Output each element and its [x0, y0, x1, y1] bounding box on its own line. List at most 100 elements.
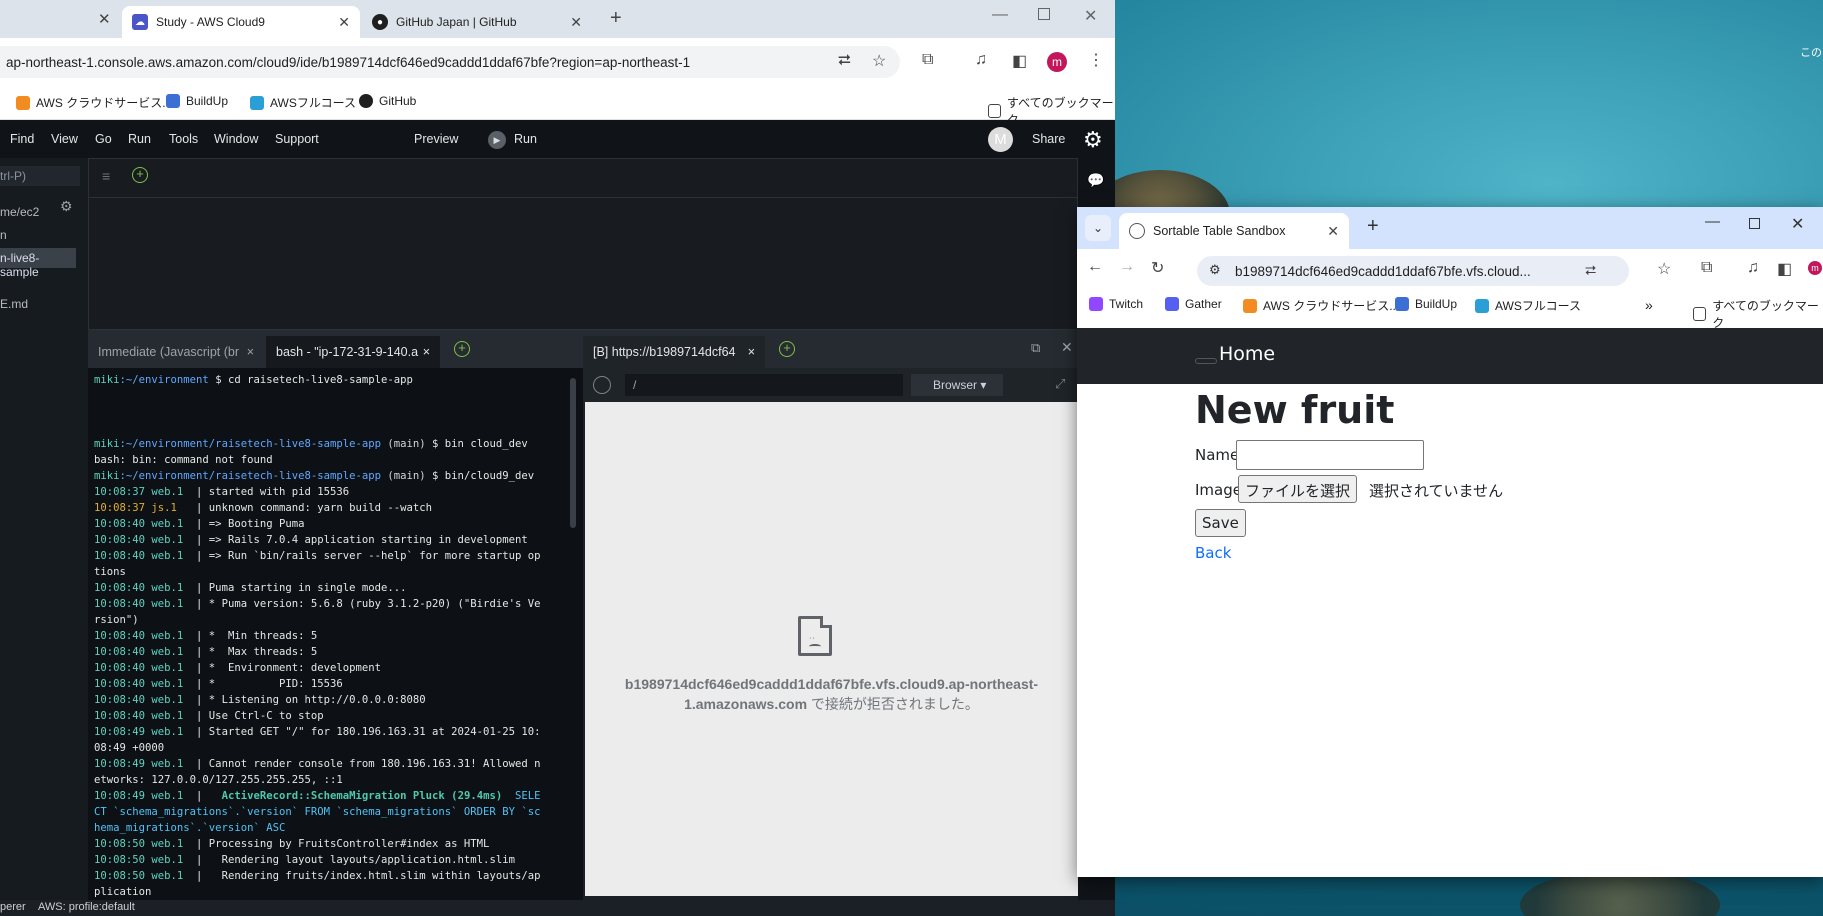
buildup-icon — [166, 94, 180, 108]
star-icon[interactable]: ☆ — [1657, 259, 1671, 279]
back-arrow-icon[interactable]: ← — [1087, 258, 1103, 276]
bookmark-aws-full[interactable]: AWSフルコース — [250, 94, 356, 111]
reload-icon[interactable]: ↻ — [1151, 258, 1164, 278]
tab-bash[interactable]: bash - "ip-172-31-9-140.a × — [266, 336, 440, 368]
url-field[interactable]: ⚙ b1989714dcf646ed9caddd1ddaf67bfe.vfs.c… — [1197, 256, 1629, 286]
bookmark-twitch[interactable]: Twitch — [1089, 297, 1143, 311]
run-button[interactable]: Run — [514, 132, 537, 146]
all-bookmarks[interactable]: すべてのブックマーク — [1693, 297, 1823, 331]
close-pane-icon[interactable]: ✕ — [1061, 339, 1073, 356]
bookmark-aws-full[interactable]: AWSフルコース — [1475, 297, 1581, 314]
settings-gear-icon[interactable]: ⚙ — [1083, 127, 1103, 153]
tab-immediate[interactable]: Immediate (Javascript (br × — [88, 336, 264, 368]
close-window-icon[interactable]: ✕ — [1791, 214, 1804, 234]
minimize-icon[interactable]: — — [992, 6, 1008, 24]
menu-view[interactable]: View — [51, 132, 78, 146]
bookmark-aws[interactable]: AWS クラウドサービス... — [16, 94, 172, 111]
add-tab-icon[interactable]: + — [132, 167, 148, 183]
expand-icon[interactable]: ⤢ — [1055, 376, 1065, 392]
preview-button[interactable]: Preview — [414, 132, 458, 146]
close-icon[interactable]: × — [748, 345, 755, 359]
maximize-icon[interactable] — [1749, 218, 1760, 229]
bookmark-github[interactable]: GitHub — [359, 94, 416, 108]
user-avatar[interactable]: M — [988, 127, 1013, 152]
translate-icon[interactable]: ⮂ — [1585, 262, 1596, 279]
new-tab-icon[interactable]: + — [610, 7, 622, 30]
menu-lines-icon[interactable]: ≡ — [102, 168, 110, 184]
popout-icon[interactable]: ⧉ — [1031, 340, 1040, 356]
tree-item[interactable]: E.md — [0, 297, 28, 311]
side-panel-icon[interactable]: ◧ — [1777, 259, 1792, 279]
close-icon[interactable]: × — [423, 345, 430, 359]
bookmark-aws[interactable]: AWS クラウドサービス... — [1243, 297, 1399, 314]
close-icon[interactable]: ✕ — [98, 10, 111, 28]
close-window-icon[interactable]: ✕ — [1084, 6, 1097, 26]
menu-find[interactable]: Find — [10, 132, 34, 146]
terminal-output[interactable]: miki:~/environment $ cd raisetech-live8-… — [88, 368, 583, 900]
aws-profile-status[interactable]: AWS: profile:default — [38, 901, 135, 913]
menu-support[interactable]: Support — [275, 132, 319, 146]
add-tab-icon[interactable]: + — [779, 341, 795, 357]
collaborate-icon[interactable]: 💬 — [1087, 172, 1104, 189]
extensions-icon[interactable]: ⧉ — [922, 51, 933, 69]
tab-label: Sortable Table Sandbox — [1153, 224, 1286, 238]
profile-avatar[interactable]: m — [1047, 52, 1067, 72]
extensions-icon[interactable]: ⧉ — [1701, 259, 1712, 277]
profile-avatar[interactable]: m — [1808, 261, 1822, 275]
forward-arrow-icon[interactable]: → — [1119, 258, 1135, 276]
terminal-scrollbar[interactable] — [570, 378, 576, 528]
tab-preview[interactable]: [B] https://b1989714dcf64 × — [583, 336, 765, 368]
site-info-icon[interactable]: ⚙ — [1209, 262, 1221, 278]
more-bookmarks-icon[interactable]: » — [1645, 297, 1653, 313]
tree-item-selected[interactable]: n-live8-sample — [0, 248, 76, 279]
more-menu-icon[interactable]: ⋮ — [1088, 50, 1104, 70]
bookmark-buildup[interactable]: BuildUp — [166, 94, 228, 108]
tab-cloud9[interactable]: ☁ Study - AWS Cloud9 ✕ — [122, 6, 360, 38]
share-button[interactable]: Share — [1032, 132, 1065, 146]
close-icon[interactable]: ✕ — [338, 14, 350, 31]
tree-item[interactable]: me/ec2 — [0, 205, 39, 219]
star-icon[interactable]: ☆ — [872, 51, 886, 71]
new-tab-icon[interactable]: + — [1367, 215, 1379, 238]
terminal-line: 10:08:49 web.1 | Cannot render console f… — [94, 756, 577, 772]
tab-search-icon[interactable]: ⌄ — [1085, 215, 1111, 241]
media-icon[interactable]: ♫ — [975, 51, 987, 69]
menu-run[interactable]: Run — [128, 132, 151, 146]
terminal-time: 10:08:40 web.1 — [94, 710, 184, 722]
choose-file-button[interactable]: ファイルを選択 — [1238, 475, 1358, 503]
back-link[interactable]: Back — [1195, 544, 1231, 562]
goto-file-input[interactable]: trl-P) — [0, 166, 80, 186]
nav-home-link[interactable]: Home — [1219, 343, 1275, 365]
run-icon[interactable]: ▶ — [488, 131, 506, 149]
tree-settings-icon[interactable]: ⚙ — [60, 198, 73, 215]
terminal-path: :~/environment/raisetech-live8-sample-ap… — [119, 470, 382, 482]
browser-dropdown[interactable]: Browser ▾ — [911, 374, 1003, 396]
url-field[interactable]: ap-northeast-1.console.aws.amazon.com/cl… — [0, 46, 900, 78]
menu-window[interactable]: Window — [214, 132, 258, 146]
side-panel-icon[interactable]: ◧ — [1012, 51, 1027, 71]
translate-icon[interactable]: ⮂ — [838, 52, 851, 70]
tree-item[interactable]: n — [0, 228, 7, 242]
bookmark-buildup[interactable]: BuildUp — [1395, 297, 1457, 311]
bookmark-gather[interactable]: Gather — [1165, 297, 1222, 311]
terminal-plain: etworks: 127.0.0.0/127.255.255.255, ::1 — [94, 774, 343, 786]
tab-github[interactable]: ● GitHub Japan | GitHub ✕ — [362, 6, 592, 38]
preview-url-input[interactable]: / — [625, 374, 903, 396]
menu-tools[interactable]: Tools — [169, 132, 198, 146]
name-input[interactable] — [1236, 440, 1424, 470]
close-icon[interactable]: × — [247, 345, 254, 359]
media-icon[interactable]: ♫ — [1747, 259, 1759, 277]
save-button[interactable]: Save — [1195, 509, 1246, 537]
twitch-icon — [1089, 297, 1103, 311]
close-icon[interactable]: ✕ — [570, 14, 582, 31]
navbar-toggler[interactable] — [1195, 358, 1217, 364]
refresh-icon[interactable] — [593, 376, 611, 394]
minimize-icon[interactable]: — — [1705, 213, 1720, 230]
maximize-icon[interactable] — [1038, 8, 1050, 20]
close-icon[interactable]: ✕ — [1327, 223, 1339, 240]
error-host-line2: 1.amazonaws.com — [684, 696, 808, 712]
menu-go[interactable]: Go — [95, 132, 112, 146]
tab-sortable-table[interactable]: Sortable Table Sandbox ✕ — [1119, 213, 1349, 249]
add-tab-icon[interactable]: + — [454, 341, 470, 357]
